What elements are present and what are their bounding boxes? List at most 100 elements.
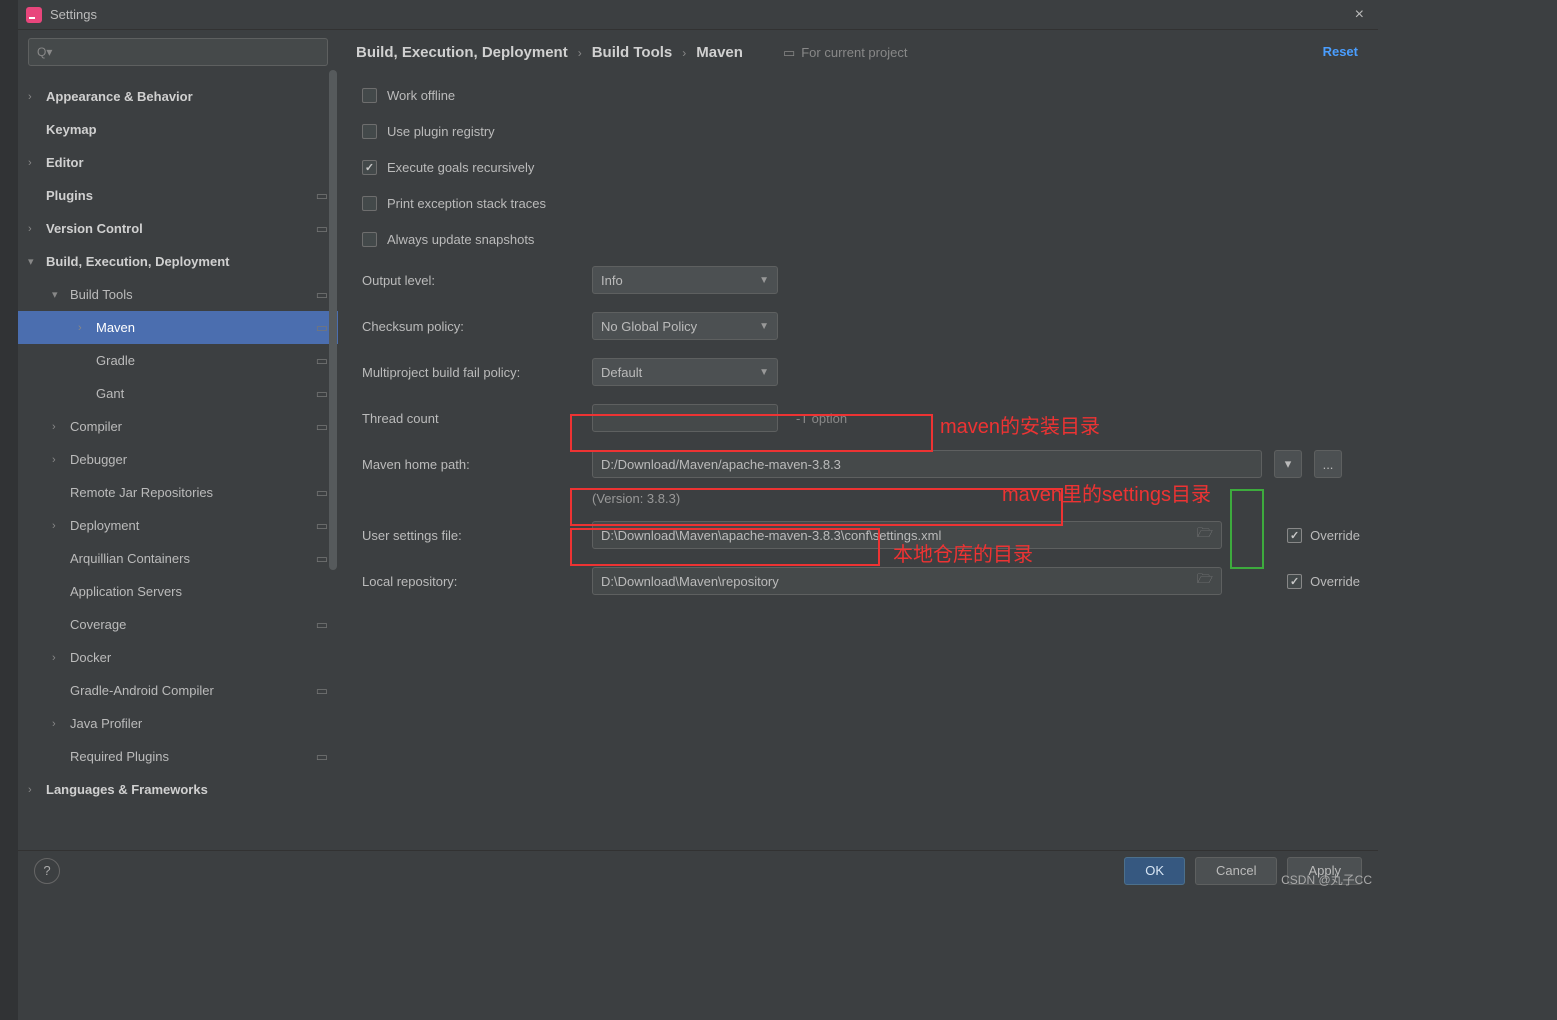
window-title: Settings <box>50 7 1349 22</box>
tree-label: Debugger <box>70 452 127 467</box>
tree-label: Version Control <box>46 221 143 236</box>
sidebar-item-keymap[interactable]: Keymap <box>18 113 338 146</box>
chevron-right-icon: › <box>682 46 686 60</box>
sidebar-item-gradle-android-compiler[interactable]: Gradle-Android Compiler▭ <box>18 674 338 707</box>
chevron-icon: › <box>52 421 64 433</box>
maven-home-input[interactable]: D:/Download/Maven/apache-maven-3.8.3 <box>592 450 1262 478</box>
annotation-text-repo: 本地仓库的目录 <box>893 538 1033 567</box>
hint-text: -T option <box>796 411 847 426</box>
annotation-text-settings: maven里的settings目录 <box>1002 478 1211 507</box>
copy-icon: ▭ <box>316 419 328 435</box>
chevron-down-icon: ▼ <box>759 275 769 286</box>
chevron-icon: › <box>78 322 90 334</box>
tree-label: Languages & Frameworks <box>46 782 208 797</box>
sidebar-scrollbar[interactable] <box>328 30 338 850</box>
sidebar-item-docker[interactable]: ›Docker <box>18 641 338 674</box>
body: Q▾ ›Appearance & BehaviorKeymap›EditorPl… <box>18 30 1378 850</box>
chevron-icon: ▾ <box>52 288 64 301</box>
sidebar-item-required-plugins[interactable]: Required Plugins▭ <box>18 740 338 773</box>
dropdown-button[interactable]: ▾ <box>1274 450 1302 478</box>
copy-icon: ▭ <box>316 386 328 402</box>
select-checksum-policy-[interactable]: No Global Policy▼ <box>592 312 778 340</box>
tree-label: Coverage <box>70 617 126 632</box>
checkbox-print-exception-stack-traces[interactable] <box>362 196 377 211</box>
field-label: Thread count <box>362 411 592 426</box>
tree-label: Application Servers <box>70 584 182 599</box>
help-button[interactable]: ? <box>34 858 60 884</box>
tree-label: Appearance & Behavior <box>46 89 193 104</box>
override-checkbox[interactable] <box>1287 574 1302 589</box>
checkbox-always-update-snapshots[interactable] <box>362 232 377 247</box>
copy-icon: ▭ <box>316 320 328 336</box>
chevron-icon: ▾ <box>28 255 40 268</box>
chevron-icon: › <box>52 520 64 532</box>
sidebar-item-build-execution-deployment[interactable]: ▾ Build, Execution, Deployment <box>18 245 338 278</box>
local-repository-input[interactable]: D:\Download\Maven\repository🗁 <box>592 567 1222 595</box>
tree-label: Arquillian Containers <box>70 551 190 566</box>
crumb-0[interactable]: Build, Execution, Deployment <box>356 44 568 61</box>
copy-icon: ▭ <box>316 287 328 303</box>
checkbox-work-offline[interactable] <box>362 88 377 103</box>
sidebar-item-remote-jar-repositories[interactable]: Remote Jar Repositories▭ <box>18 476 338 509</box>
dialog-footer: ? OK Cancel Apply <box>18 850 1378 890</box>
thread-count-input[interactable] <box>592 404 778 432</box>
cancel-button[interactable]: Cancel <box>1195 857 1277 885</box>
tree-label: Deployment <box>70 518 139 533</box>
sidebar-item-arquillian-containers[interactable]: Arquillian Containers ▭ <box>18 542 338 575</box>
checkbox-use-plugin-registry[interactable] <box>362 124 377 139</box>
crumb-2: Maven <box>696 44 743 61</box>
folder-icon[interactable]: 🗁 <box>1197 570 1213 592</box>
copy-icon: ▭ <box>316 353 328 369</box>
copy-icon: ▭ <box>783 45 795 61</box>
chevron-icon: › <box>52 454 64 466</box>
sidebar-item-gant[interactable]: Gant▭ <box>18 377 338 410</box>
sidebar-item-plugins[interactable]: Plugins▭ <box>18 179 338 212</box>
chevron-down-icon: ▼ <box>759 321 769 332</box>
sidebar-item-application-servers[interactable]: Application Servers <box>18 575 338 608</box>
select-multiproject-build-fail-policy-[interactable]: Default▼ <box>592 358 778 386</box>
select-output-level-[interactable]: Info▼ <box>592 266 778 294</box>
browse-button[interactable]: ... <box>1314 450 1342 478</box>
sidebar-item-gradle[interactable]: Gradle ▭ <box>18 344 338 377</box>
chevron-right-icon: › <box>578 46 582 60</box>
sidebar-item-coverage[interactable]: Coverage ▭ <box>18 608 338 641</box>
copy-icon: ▭ <box>316 221 328 237</box>
checkbox-execute-goals-recursively[interactable] <box>362 160 377 175</box>
sidebar-item-java-profiler[interactable]: ›Java Profiler <box>18 707 338 740</box>
search-input[interactable]: Q▾ <box>28 38 328 66</box>
ide-left-strip <box>0 0 18 1020</box>
close-icon[interactable]: × <box>1349 6 1370 24</box>
copy-icon: ▭ <box>316 551 328 567</box>
tree-label: Remote Jar Repositories <box>70 485 213 500</box>
field-label: Checksum policy: <box>362 319 592 334</box>
tree-label: Build, Execution, Deployment <box>46 254 229 269</box>
settings-tree: ›Appearance & BehaviorKeymap›EditorPlugi… <box>18 80 338 806</box>
tree-label: Keymap <box>46 122 97 137</box>
folder-icon[interactable]: 🗁 <box>1197 524 1213 546</box>
override-checkbox[interactable] <box>1287 528 1302 543</box>
crumb-1[interactable]: Build Tools <box>592 44 673 61</box>
tree-label: Required Plugins <box>70 749 169 764</box>
main-panel: Build, Execution, Deployment › Build Too… <box>338 30 1378 850</box>
sidebar-item-compiler[interactable]: ›Compiler▭ <box>18 410 338 443</box>
app-logo-icon <box>26 7 42 23</box>
copy-icon: ▭ <box>316 617 328 633</box>
checkbox-label: Work offline <box>387 88 455 103</box>
reset-link[interactable]: Reset <box>1323 44 1358 59</box>
field-label: Maven home path: <box>362 457 592 472</box>
tree-label: Gradle <box>96 353 135 368</box>
sidebar-item-version-control[interactable]: ›Version Control▭ <box>18 212 338 245</box>
sidebar-item-maven[interactable]: ›Maven▭ <box>18 311 338 344</box>
override-label: Override <box>1310 574 1360 589</box>
breadcrumb: Build, Execution, Deployment › Build Too… <box>356 44 1360 77</box>
sidebar-item-debugger[interactable]: › Debugger <box>18 443 338 476</box>
tree-label: Gradle-Android Compiler <box>70 683 214 698</box>
sidebar-item-build-tools[interactable]: ▾Build Tools▭ <box>18 278 338 311</box>
sidebar-item-editor[interactable]: ›Editor <box>18 146 338 179</box>
sidebar-item-deployment[interactable]: ›Deployment▭ <box>18 509 338 542</box>
field-label: Local repository: <box>362 574 592 589</box>
ok-button[interactable]: OK <box>1124 857 1185 885</box>
chevron-icon: › <box>28 157 40 169</box>
sidebar-item-languages-frameworks[interactable]: ›Languages & Frameworks <box>18 773 338 806</box>
sidebar-item-appearance-behavior[interactable]: ›Appearance & Behavior <box>18 80 338 113</box>
